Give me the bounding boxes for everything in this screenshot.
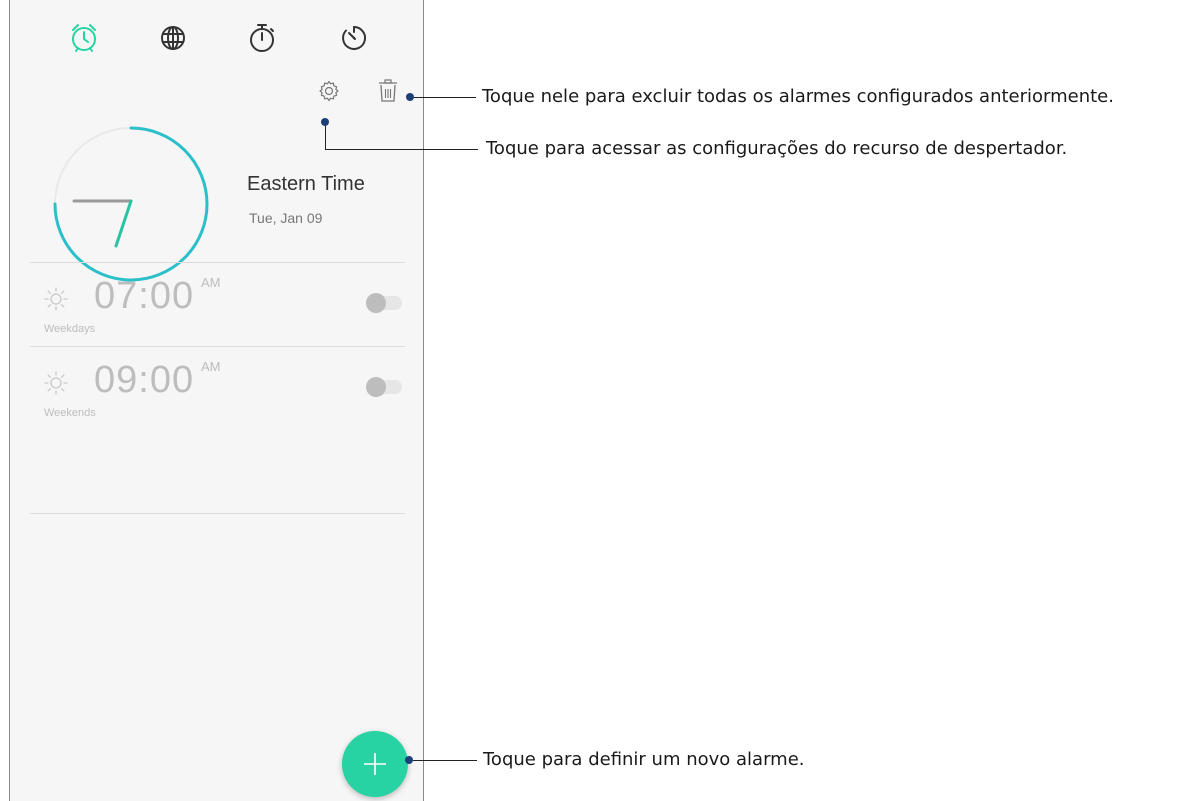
alarm-time: 07:00 xyxy=(94,275,195,317)
callout-dot-add xyxy=(405,756,413,764)
tab-stopwatch[interactable] xyxy=(242,18,282,58)
clock-minute-hand xyxy=(114,199,133,248)
tab-timer[interactable] xyxy=(334,18,374,58)
alarm-ampm: AM xyxy=(201,275,221,290)
alarm-ampm: AM xyxy=(201,359,221,374)
tab-world-clock[interactable] xyxy=(153,18,193,58)
callout-line-delete xyxy=(414,97,476,98)
stopwatch-icon xyxy=(250,24,274,52)
delete-all-button[interactable] xyxy=(371,74,405,108)
alarm-toggle[interactable] xyxy=(366,377,402,397)
alarm-toggle[interactable] xyxy=(366,293,402,313)
alarm-list-divider xyxy=(30,513,405,514)
tab-alarm[interactable] xyxy=(64,18,104,58)
callout-add: Toque para definir um novo alarme. xyxy=(483,749,805,770)
callout-vline-settings xyxy=(325,126,326,149)
alarm-item-1[interactable]: 07:00 AM Weekdays xyxy=(30,262,405,347)
gear-icon xyxy=(319,80,339,102)
add-alarm-button[interactable] xyxy=(342,731,408,797)
alarm-clock-icon xyxy=(72,24,96,52)
sun-icon xyxy=(44,287,68,311)
world-clock-city: Eastern Time xyxy=(247,173,365,195)
callout-settings: Toque para acessar as configurações do r… xyxy=(486,138,1068,159)
alarm-repeat: Weekdays xyxy=(44,323,96,335)
timer-icon xyxy=(342,25,367,50)
tab-bar xyxy=(10,0,423,64)
plus-icon xyxy=(364,753,386,775)
globe-icon xyxy=(161,26,185,50)
callout-dot-settings xyxy=(321,118,329,126)
settings-button[interactable] xyxy=(312,74,346,108)
trash-icon xyxy=(379,79,397,102)
alarm-time: 09:00 xyxy=(94,359,195,401)
sun-icon xyxy=(44,371,68,395)
alarm-repeat: Weekends xyxy=(44,407,96,419)
phone-screen: Eastern Time Tue, Jan 09 07:00 AM Weekda… xyxy=(9,0,424,801)
toggle-knob xyxy=(366,293,386,313)
alarm-item-2[interactable]: 09:00 AM Weekends xyxy=(30,346,405,431)
callout-line-add xyxy=(413,760,477,761)
callout-dot-delete xyxy=(406,93,414,101)
toggle-knob xyxy=(366,377,386,397)
callout-line-settings xyxy=(325,149,478,150)
analog-clock xyxy=(53,126,209,282)
callout-delete: Toque nele para excluir todas os alarmes… xyxy=(482,86,1114,107)
world-clock-date: Tue, Jan 09 xyxy=(249,210,323,226)
